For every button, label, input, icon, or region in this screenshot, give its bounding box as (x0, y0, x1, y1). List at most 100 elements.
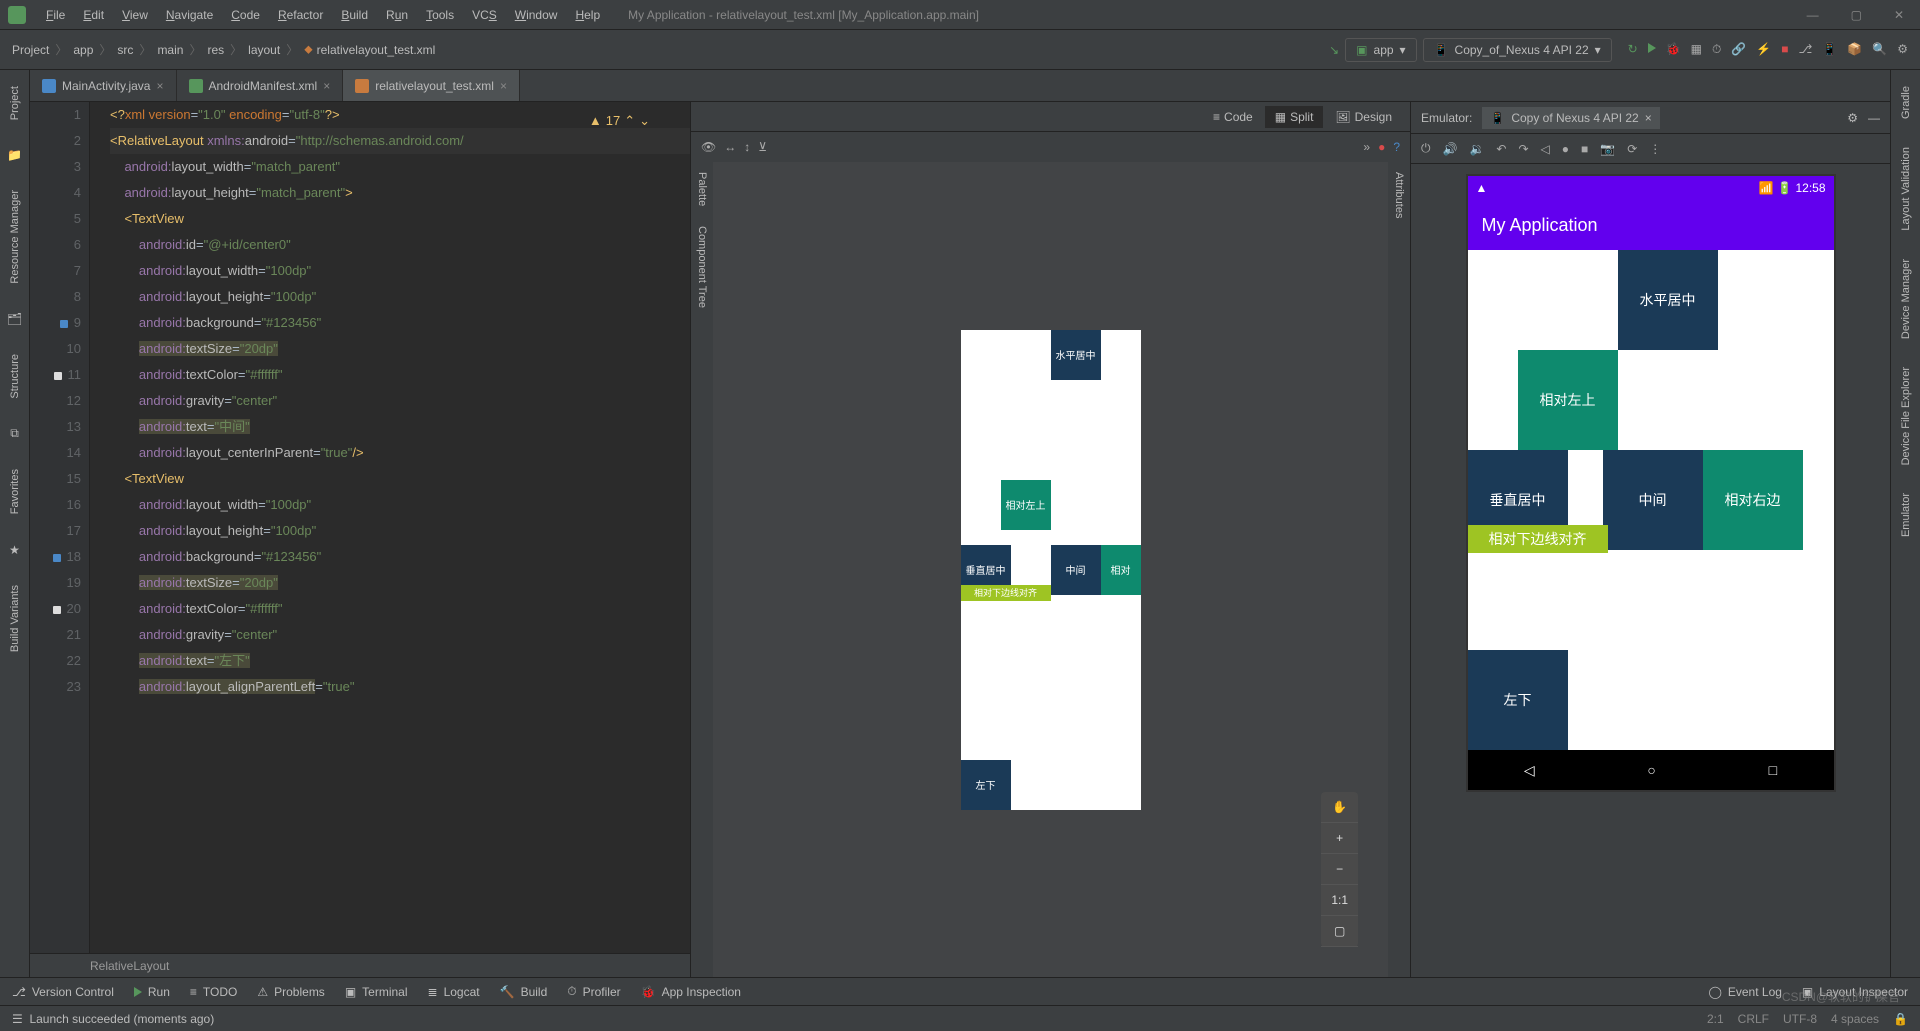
menu-build[interactable]: Build (333, 4, 376, 26)
code-text[interactable]: <?xml version="1.0" encoding="utf-8"?><R… (90, 102, 690, 953)
nav-home-icon[interactable]: ○ (1647, 762, 1655, 778)
menu-window[interactable]: Window (507, 4, 566, 26)
back-icon[interactable]: ◁ (1541, 142, 1550, 156)
screenshot-icon[interactable]: 📷 (1600, 142, 1615, 156)
status-encoding[interactable]: UTF-8 (1783, 1012, 1817, 1026)
menu-file[interactable]: FFileile (38, 4, 73, 26)
power-icon[interactable]: ⏻ (1421, 141, 1431, 156)
sidebar-emulator[interactable]: Emulator (1900, 485, 1912, 545)
preview-box-relbottomalign[interactable]: 相对下边线对齐 (961, 585, 1051, 601)
emu-box-bottomleft[interactable]: 左下 (1468, 650, 1568, 750)
layout-preview[interactable]: 水平居中 相对左上 垂直居中 中间 相对 相对下边线对齐 左下 (961, 330, 1141, 810)
breadcrumb-item[interactable]: main (157, 43, 183, 57)
design-canvas[interactable]: 水平居中 相对左上 垂直居中 中间 相对 相对下边线对齐 左下 ✋ + − (713, 162, 1388, 977)
preview-box-bottomleft[interactable]: 左下 (961, 760, 1011, 810)
overview-icon[interactable]: ■ (1581, 142, 1588, 156)
tool-build[interactable]: 🔨 Build (500, 985, 548, 999)
sidebar-resource-manager[interactable]: Resource Manager (9, 182, 21, 292)
search-icon[interactable]: 🔍 (1872, 42, 1887, 57)
tool-logcat[interactable]: ≣ Logcat (428, 985, 480, 999)
view-mode-design[interactable]: 🖼 Design (1325, 106, 1402, 128)
status-lock-icon[interactable]: 🔒 (1893, 1012, 1908, 1026)
status-indent[interactable]: 4 spaces (1831, 1012, 1879, 1026)
sidebar-device-file-explorer[interactable]: Device File Explorer (1900, 359, 1912, 473)
emu-box-reltopleft[interactable]: 相对左上 (1518, 350, 1618, 450)
gutter[interactable]: 1234 5678 910 1112 13141516 171819 20212… (30, 102, 90, 953)
tab-main-activity[interactable]: MainActivity.java × (30, 70, 177, 101)
close-button[interactable]: ✕ (1886, 8, 1912, 22)
preview-box-reltopleft[interactable]: 相对左上 (1001, 480, 1051, 530)
tool-problems[interactable]: ⚠ Problems (257, 985, 324, 999)
breadcrumb-item[interactable]: res (207, 43, 224, 57)
tool-terminal[interactable]: ▣ Terminal (345, 985, 408, 999)
sidebar-build-variants[interactable]: Build Variants (9, 577, 21, 660)
magnet-icon[interactable]: ⊻ (758, 140, 767, 154)
apply-changes-button[interactable]: ⚡ (1756, 42, 1771, 57)
status-icon[interactable]: ☰ (12, 1012, 23, 1026)
breadcrumb-item[interactable]: src (117, 43, 133, 57)
breadcrumb-item[interactable]: layout (248, 43, 280, 57)
palette-tab[interactable]: Palette (694, 162, 710, 216)
pan-icon[interactable]: ✋ (1321, 792, 1358, 823)
coverage-button[interactable]: ▦ (1691, 42, 1702, 57)
tool-todo[interactable]: ≡ TODO (190, 985, 237, 999)
emu-box-hcenter[interactable]: 水平居中 (1618, 250, 1718, 350)
menu-navigate[interactable]: Navigate (158, 4, 221, 26)
chevron-up-icon[interactable]: ⌃ (624, 108, 635, 134)
close-icon[interactable]: × (323, 79, 330, 93)
emu-box-relright[interactable]: 相对右边 (1703, 450, 1803, 550)
zoom-11-button[interactable]: 1:1 (1321, 885, 1358, 916)
sidebar-favorites[interactable]: Favorites (9, 461, 21, 522)
emulator-device[interactable]: ▲ 📶 🔋 12:58 My Application 水平居中 相对左上 垂直居… (1466, 174, 1836, 792)
home-icon[interactable]: ● (1562, 142, 1569, 156)
menu-refactor[interactable]: Refactor (270, 4, 331, 26)
preview-box-hcenter[interactable]: 水平居中 (1051, 330, 1101, 380)
tool-app-inspection[interactable]: 🐞 App Inspection (641, 985, 741, 999)
view-mode-split[interactable]: ▦ Split (1265, 106, 1324, 128)
git-icon[interactable]: ⎇ (1799, 42, 1813, 57)
tab-relativelayout[interactable]: relativelayout_test.xml × (343, 70, 520, 101)
more-icon[interactable]: ⋮ (1649, 142, 1661, 156)
volume-down-icon[interactable]: 🔉 (1469, 142, 1484, 156)
sidebar-project[interactable]: Project (9, 78, 21, 128)
emulator-content[interactable]: 水平居中 相对左上 垂直居中 中间 相对右边 相对下边线对齐 左下 (1468, 250, 1834, 750)
menu-view[interactable]: View (114, 4, 156, 26)
emu-box-center[interactable]: 中间 (1603, 450, 1703, 550)
breadcrumb-item[interactable]: relativelayout_test.xml (317, 43, 436, 57)
zoom-in-button[interactable]: + (1321, 823, 1358, 854)
arrow-left-icon[interactable]: ↔ (724, 140, 736, 154)
breadcrumb-item[interactable]: app (73, 43, 93, 57)
nav-overview-icon[interactable]: □ (1769, 762, 1777, 778)
avd-icon[interactable]: 📱 (1822, 42, 1837, 57)
menu-vcs[interactable]: VCS (464, 4, 505, 26)
minimize-button[interactable]: — (1799, 8, 1827, 22)
minimize-icon[interactable]: — (1868, 111, 1880, 125)
settings-icon[interactable]: ⚙ (1897, 42, 1908, 57)
tool-event-log[interactable]: ◯ Event Log (1708, 985, 1781, 999)
sidebar-structure[interactable]: Structure (9, 346, 21, 407)
run-button[interactable]: ↻ (1628, 42, 1638, 57)
arrow-down-icon[interactable]: ↕ (744, 140, 750, 154)
status-caret-pos[interactable]: 2:1 (1707, 1012, 1724, 1026)
sdk-icon[interactable]: 📦 (1847, 42, 1862, 57)
menu-run[interactable]: Run (378, 4, 416, 26)
debug-button[interactable]: 🐞 (1666, 42, 1681, 57)
editor-breadcrumb[interactable]: RelativeLayout (30, 953, 690, 977)
menu-edit[interactable]: Edit (75, 4, 112, 26)
attributes-tab[interactable]: Attributes (1391, 162, 1407, 228)
preview-box-relright[interactable]: 相对 (1101, 545, 1141, 595)
volume-up-icon[interactable]: 🔊 (1443, 142, 1458, 156)
zoom-fit-button[interactable]: ▢ (1321, 916, 1358, 947)
help-icon[interactable]: ? (1393, 140, 1400, 154)
breadcrumb-item[interactable]: Project (12, 43, 49, 57)
tab-manifest[interactable]: AndroidManifest.xml × (177, 70, 344, 101)
error-icon[interactable]: ● (1378, 140, 1385, 154)
eye-icon[interactable]: 👁 (701, 140, 716, 154)
menu-code[interactable]: Code (223, 4, 268, 26)
component-tree-tab[interactable]: Component Tree (694, 216, 710, 318)
code-editor[interactable]: ▲ 17 ⌃ ⌄ 1234 5678 910 1112 13141516 171… (30, 102, 690, 953)
chevron-icon[interactable]: » (1363, 140, 1370, 154)
close-icon[interactable]: × (1645, 111, 1652, 125)
emulator-tab[interactable]: 📱 Copy of Nexus 4 API 22 × (1482, 107, 1659, 129)
sidebar-device-manager[interactable]: Device Manager (1900, 251, 1912, 347)
